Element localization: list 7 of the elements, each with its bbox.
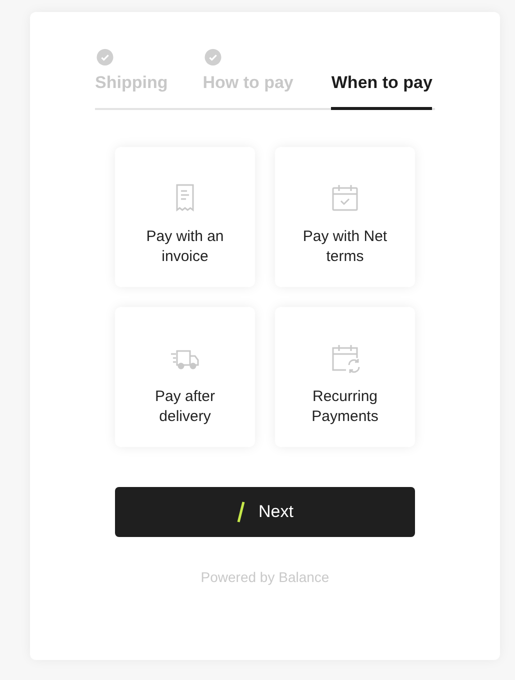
slash-icon	[236, 501, 245, 523]
payment-option-card[interactable]: Pay with an invoice	[115, 147, 255, 287]
payment-option-card[interactable]: Pay after delivery	[115, 307, 255, 447]
next-button[interactable]: Next	[115, 487, 415, 537]
step-tab[interactable]: When to pay	[331, 49, 432, 110]
payment-option-card[interactable]: Pay with Net terms	[275, 147, 415, 287]
payment-option-card[interactable]: Recurring Payments	[275, 307, 415, 447]
